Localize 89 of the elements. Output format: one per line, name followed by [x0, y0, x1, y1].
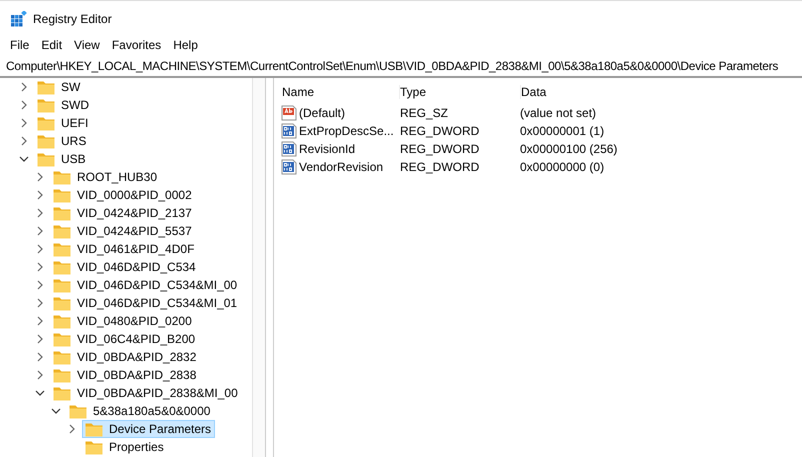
value-data: 0x00000001 (1)	[520, 124, 604, 138]
tree-item[interactable]: VID_0BDA&PID_2838&MI_00	[50, 384, 242, 402]
folder-icon	[37, 80, 55, 94]
folder-icon	[37, 98, 55, 112]
folder-icon	[85, 422, 103, 436]
tree-item[interactable]: USB	[34, 150, 90, 168]
tree-item[interactable]: VID_046D&PID_C534&MI_00	[50, 276, 242, 294]
column-header[interactable]: Name	[281, 85, 400, 99]
chevron-right-icon[interactable]	[68, 424, 76, 434]
tree-item[interactable]: URS	[34, 132, 90, 150]
tree-item[interactable]: 5&38a180a5&0&0000	[66, 402, 214, 420]
folder-icon	[53, 386, 71, 400]
chevron-right-icon[interactable]	[36, 298, 44, 308]
folder-icon	[53, 314, 71, 328]
binary-value-icon	[281, 123, 297, 139]
chevron-right-icon[interactable]	[36, 280, 44, 290]
folder-icon	[53, 350, 71, 364]
tree-item[interactable]: VID_0461&PID_4D0F	[50, 240, 198, 258]
folder-icon	[53, 278, 71, 292]
folder-icon	[69, 404, 87, 418]
chevron-right-icon[interactable]	[20, 118, 28, 128]
chevron-right-icon[interactable]	[36, 370, 44, 380]
folder-icon	[37, 116, 55, 130]
tree-item[interactable]: SW	[34, 78, 84, 96]
chevron-right-icon[interactable]	[36, 208, 44, 218]
binary-value-icon	[281, 159, 297, 175]
menu-item[interactable]: Favorites	[112, 38, 162, 52]
chevron-right-icon[interactable]	[20, 82, 28, 92]
tree-item[interactable]: VID_0424&PID_2137	[50, 204, 196, 222]
folder-icon	[53, 296, 71, 310]
column-header[interactable]: Data	[521, 85, 546, 99]
chevron-right-icon[interactable]	[20, 100, 28, 110]
tree-item[interactable]: VID_0480&PID_0200	[50, 312, 196, 330]
window-title: Registry Editor	[33, 12, 112, 26]
folder-icon	[53, 170, 71, 184]
chevron-down-icon[interactable]	[35, 389, 45, 397]
value-type: REG_SZ	[400, 106, 450, 120]
tree-item[interactable]: Properties	[82, 438, 168, 456]
value-data: 0x00000100 (256)	[520, 142, 618, 156]
tree-item[interactable]: UEFI	[34, 114, 92, 132]
value-name[interactable]: (Default)	[299, 106, 346, 120]
chevron-right-icon[interactable]	[36, 352, 44, 362]
chevron-right-icon[interactable]	[36, 262, 44, 272]
address-field[interactable]: Computer\HKEY_LOCAL_MACHINE\SYSTEM\CurrentControlSet\Enum\USB\VID_0BDA&PID_2838&MI_00\5&38a180a5&0&0000\Device Parameters	[0, 56, 802, 78]
chevron-right-icon[interactable]	[36, 334, 44, 344]
menu-item[interactable]: View	[74, 38, 100, 52]
tree-item[interactable]: VID_06C4&PID_B200	[50, 330, 200, 348]
value-type: REG_DWORD	[400, 124, 480, 138]
value-data: 0x00000000 (0)	[520, 160, 604, 174]
folder-icon	[37, 134, 55, 148]
folder-icon	[37, 152, 55, 166]
folder-icon	[53, 332, 71, 346]
menu-item[interactable]: File	[10, 38, 30, 52]
string-value-icon	[281, 105, 297, 121]
chevron-down-icon[interactable]	[51, 407, 61, 415]
value-name[interactable]: ExtPropDescSe...	[299, 124, 394, 138]
chevron-right-icon[interactable]	[36, 226, 44, 236]
folder-icon	[53, 368, 71, 382]
chevron-right-icon[interactable]	[36, 316, 44, 326]
tree-item[interactable]: VID_046D&PID_C534&MI_01	[50, 294, 242, 312]
tree-item[interactable]: SWD	[34, 96, 93, 114]
value-data: (value not set)	[520, 106, 596, 120]
tree-item[interactable]: VID_0BDA&PID_2838	[50, 366, 200, 384]
folder-icon	[85, 440, 103, 454]
value-name[interactable]: VendorRevision	[299, 160, 384, 174]
value-name[interactable]: RevisionId	[299, 142, 356, 156]
chevron-right-icon[interactable]	[36, 244, 44, 254]
binary-value-icon	[281, 141, 297, 157]
tree-item[interactable]: Device Parameters	[82, 420, 216, 438]
tree-item[interactable]: VID_0424&PID_5537	[50, 222, 196, 240]
folder-icon	[53, 260, 71, 274]
menu-item[interactable]: Edit	[41, 38, 62, 52]
chevron-right-icon[interactable]	[20, 136, 28, 146]
tree-item[interactable]: ROOT_HUB30	[50, 168, 162, 186]
folder-icon	[53, 224, 71, 238]
value-type: REG_DWORD	[400, 142, 480, 156]
chevron-right-icon[interactable]	[36, 172, 44, 182]
folder-icon	[53, 242, 71, 256]
tree-item[interactable]: VID_0BDA&PID_2832	[50, 348, 200, 366]
value-type: REG_DWORD	[400, 160, 480, 174]
tree-item[interactable]: VID_0000&PID_0002	[50, 186, 196, 204]
column-header[interactable]: Type	[400, 85, 521, 99]
chevron-down-icon[interactable]	[19, 155, 29, 163]
tree-item[interactable]: VID_046D&PID_C534	[50, 258, 200, 276]
folder-icon	[53, 206, 71, 220]
chevron-right-icon[interactable]	[36, 190, 44, 200]
folder-icon	[53, 188, 71, 202]
registry-icon	[11, 10, 27, 26]
menu-item[interactable]: Help	[173, 38, 198, 52]
